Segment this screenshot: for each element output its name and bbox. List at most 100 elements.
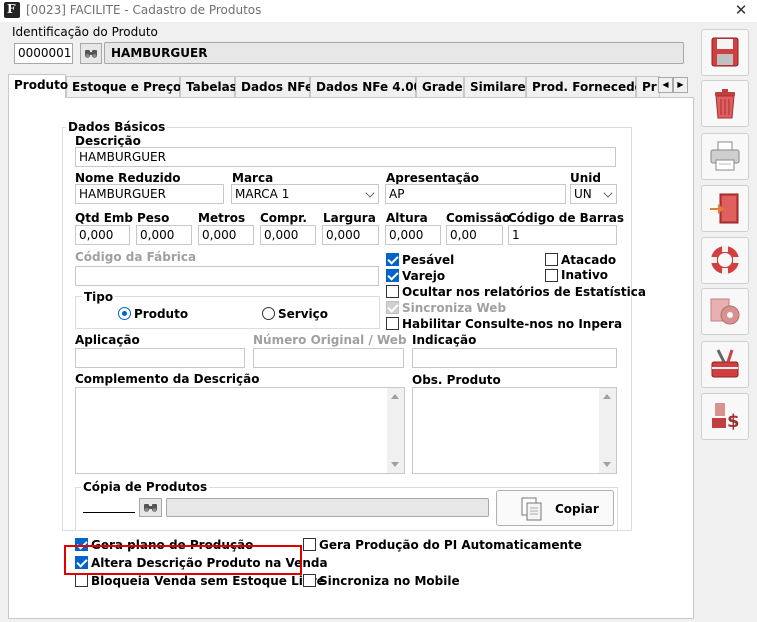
tipo-servico-radio[interactable] <box>262 307 275 320</box>
tipo-produto-label: Produto <box>134 307 189 321</box>
aplicacao-input[interactable] <box>75 348 245 368</box>
peso-input[interactable]: 0,000 <box>136 225 192 245</box>
search-product-button[interactable] <box>80 43 102 64</box>
lifebuoy-help-icon <box>711 246 739 274</box>
tab-grade[interactable]: Grade <box>416 76 464 97</box>
qtd-emb-input[interactable]: 0,000 <box>75 225 130 245</box>
save-button[interactable] <box>701 29 749 76</box>
trash-icon <box>715 89 735 119</box>
window-title: [0023] FACILITE - Cadastro de Produtos <box>26 3 262 17</box>
tab-partial[interactable]: Pr <box>636 76 660 97</box>
unid-label: Unid <box>570 171 601 185</box>
obs-scrollbar[interactable] <box>599 388 616 473</box>
pesavel-label: Pesável <box>402 253 455 267</box>
tab-scroll-left-icon[interactable]: ◀ <box>658 77 673 93</box>
price-money-icon: $ <box>712 403 740 432</box>
compr-input[interactable]: 0,000 <box>260 225 316 245</box>
qtd-emb-label: Qtd Emb <box>75 211 133 225</box>
tipo-produto-radio[interactable] <box>118 307 131 320</box>
copiar-label: Copiar <box>555 502 599 516</box>
codigo-barras-label: Código de Barras <box>508 211 624 225</box>
numero-original-label: Número Original / Web <box>253 333 407 347</box>
ocultar-checkbox[interactable] <box>386 285 399 298</box>
numero-original-input[interactable] <box>253 348 404 368</box>
tipo-title: Tipo <box>82 290 116 304</box>
delete-button[interactable] <box>701 80 749 127</box>
svg-text:$: $ <box>727 411 740 432</box>
varejo-checkbox[interactable] <box>386 269 399 282</box>
copia-product-bar[interactable] <box>166 498 489 517</box>
tab-scroll-right-icon[interactable]: ▶ <box>673 77 688 93</box>
marca-value: MARCA 1 <box>235 187 290 201</box>
altura-input[interactable]: 0,000 <box>385 225 441 245</box>
apresentacao-input[interactable]: AP <box>385 184 566 204</box>
aplicacao-label: Aplicação <box>75 333 140 347</box>
tab-similares[interactable]: Similares <box>464 76 533 97</box>
codigo-barras-input[interactable]: 1 <box>508 225 617 245</box>
descricao-label: Descrição <box>75 134 141 148</box>
sincroniza-mobile-checkbox[interactable] <box>303 574 316 587</box>
unid-select[interactable]: UN <box>570 184 617 204</box>
comissao-input[interactable]: 0,00 <box>446 225 503 245</box>
help-button[interactable] <box>701 237 749 284</box>
bloqueia-venda-checkbox[interactable] <box>75 574 88 587</box>
copia-search-button[interactable] <box>139 498 162 517</box>
altura-label: Altura <box>386 211 428 225</box>
copiar-button[interactable]: Copiar <box>496 490 614 526</box>
highlight-box <box>64 545 302 575</box>
indicacao-input[interactable] <box>412 348 617 368</box>
unid-value: UN <box>574 187 592 201</box>
identification-label: Identificação do Produto <box>12 25 158 39</box>
tab-produto[interactable]: Produto <box>8 74 68 98</box>
obs-produto-label: Obs. Produto <box>412 373 501 387</box>
complemento-scrollbar[interactable] <box>387 388 404 473</box>
codigo-fabrica-input[interactable] <box>75 266 379 286</box>
indicacao-label: Indicação <box>412 333 477 347</box>
pricing-button[interactable]: $ <box>701 393 749 440</box>
settings-button[interactable] <box>701 288 749 335</box>
tab-tabelas[interactable]: Tabelas <box>180 76 237 97</box>
gera-producao-pi-label: Gera Produção do PI Automaticamente <box>319 538 582 552</box>
tab-estoque-precos[interactable]: Estoque e Preços <box>66 76 188 97</box>
pesavel-checkbox[interactable] <box>386 253 399 266</box>
sincroniza-web-checkbox <box>386 301 399 314</box>
obs-produto-textarea[interactable] <box>412 387 617 474</box>
copy-pages-icon <box>521 497 542 521</box>
settings-gear-icon <box>710 298 740 325</box>
copia-code-field[interactable] <box>83 512 135 513</box>
ocultar-label: Ocultar nos relatórios de Estatística <box>402 285 646 299</box>
product-code-field[interactable]: 0000001 <box>14 43 73 64</box>
printer-icon <box>710 141 740 171</box>
consulte-checkbox[interactable] <box>386 317 399 330</box>
varejo-label: Varejo <box>402 269 446 283</box>
complemento-label: Complemento da Descrição <box>75 372 260 386</box>
metros-input[interactable]: 0,000 <box>198 225 254 245</box>
toolbox-icon <box>711 349 739 378</box>
consulte-label: Habilitar Consulte-nos no Inpera <box>402 317 623 331</box>
inativo-checkbox[interactable] <box>545 269 558 282</box>
tab-prod-fornecedor[interactable]: Prod. Fornecedor <box>526 76 649 97</box>
nome-reduzido-input[interactable]: HAMBURGUER <box>75 184 224 204</box>
print-button[interactable] <box>701 133 749 180</box>
descricao-input[interactable]: HAMBURGUER <box>75 147 616 167</box>
tab-dados-nfe[interactable]: Dados NFe <box>235 76 313 97</box>
chevron-down-icon <box>365 188 375 198</box>
largura-input[interactable]: 0,000 <box>322 225 379 245</box>
compr-label: Compr. <box>260 211 307 225</box>
binoculars-icon <box>144 504 157 512</box>
tab-dados-nfe-400[interactable]: Dados NFe 4.00 <box>310 76 422 97</box>
exit-button[interactable] <box>701 185 749 232</box>
tipo-servico-label: Serviço <box>278 307 328 321</box>
marca-select[interactable]: MARCA 1 <box>231 184 379 204</box>
close-icon[interactable]: ✕ <box>733 1 749 19</box>
binoculars-icon <box>85 50 97 58</box>
atacado-checkbox[interactable] <box>545 253 558 266</box>
tools-button[interactable] <box>701 341 749 388</box>
tab-scroll: ◀ ▶ <box>658 77 690 93</box>
nome-reduzido-label: Nome Reduzido <box>75 171 181 185</box>
app-f-icon: F <box>4 2 20 18</box>
product-name-bar[interactable]: HAMBURGUER <box>104 42 684 64</box>
gera-producao-pi-checkbox[interactable] <box>303 538 316 551</box>
complemento-textarea[interactable] <box>75 387 405 474</box>
largura-label: Largura <box>323 211 376 225</box>
